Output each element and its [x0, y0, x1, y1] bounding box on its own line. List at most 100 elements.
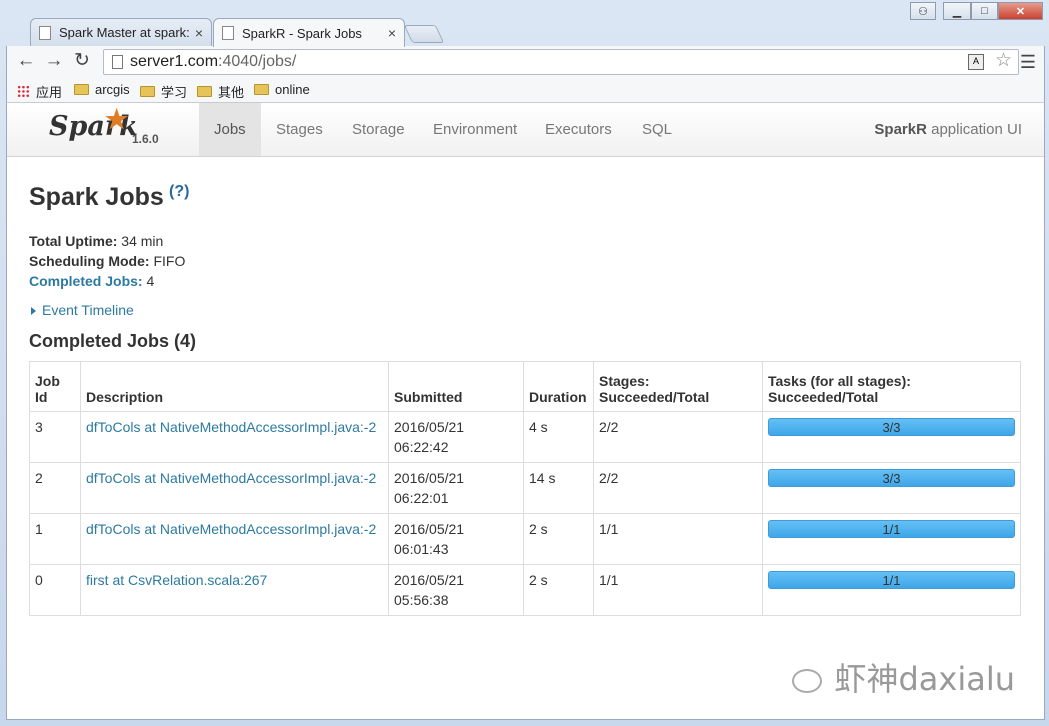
bookmark-apps[interactable]: 应用 — [17, 82, 62, 101]
app-name-bold: SparkR — [874, 121, 927, 138]
user-icon[interactable]: ⚇ — [910, 2, 936, 20]
submitted-cell: 2016/05/21 06:22:42 — [388, 411, 524, 463]
menu-icon[interactable]: ☰ — [1020, 52, 1036, 73]
submitted-cell: 2016/05/21 05:56:38 — [388, 564, 524, 616]
nav-storage[interactable]: Storage — [337, 103, 420, 156]
tab-close-icon[interactable]: × — [195, 25, 203, 41]
bookmark-arcgis[interactable]: arcgis — [74, 82, 130, 97]
tab-label: Spark Master at spark:// — [59, 25, 189, 40]
tab-sparkr-jobs[interactable]: SparkR - Spark Jobs × — [213, 18, 405, 47]
nav-sql[interactable]: SQL — [627, 103, 687, 156]
completed-jobs-link[interactable]: Completed Jobs: — [29, 273, 143, 289]
job-id-cell: 2 — [29, 462, 81, 514]
job-id-cell: 3 — [29, 411, 81, 463]
col-duration[interactable]: Duration — [523, 361, 594, 412]
stages-cell: 2/2 — [593, 411, 763, 463]
folder-icon — [74, 84, 89, 95]
completed-jobs-table: Job Id Description Submitted Duration St… — [29, 361, 1021, 616]
address-bar[interactable]: server1.com:4040/jobs/ A ☆ — [103, 49, 1019, 75]
col-submitted[interactable]: Submitted — [388, 361, 524, 412]
bookmark-online[interactable]: online — [254, 82, 310, 97]
stages-cell: 2/2 — [593, 462, 763, 514]
event-timeline-toggle[interactable]: Event Timeline — [31, 302, 134, 318]
bookmark-label: online — [275, 82, 310, 97]
reload-icon[interactable]: ↻ — [71, 50, 93, 72]
bookmark-star-icon[interactable]: ☆ — [995, 49, 1012, 73]
spark-version: 1.6.0 — [132, 132, 159, 146]
duration-cell: 14 s — [523, 462, 594, 514]
tab-close-icon[interactable]: × — [388, 25, 396, 41]
spark-star-icon: ★ — [105, 105, 129, 135]
job-description-link[interactable]: first at CsvRelation.scala:267 — [86, 572, 267, 588]
tasks-cell: 3/3 — [762, 411, 1021, 463]
url-text: server1.com:4040/jobs/ — [130, 50, 296, 74]
event-timeline-label: Event Timeline — [42, 302, 134, 318]
browser-toolbar: ← → ↻ server1.com:4040/jobs/ A ☆ ☰ — [6, 46, 1045, 78]
table-row: 3 dfToCols at NativeMethodAccessorImpl.ja… — [29, 411, 1021, 463]
completed-jobs-summary: Completed Jobs: 4 — [29, 273, 154, 289]
table-header-row: Job Id Description Submitted Duration St… — [29, 361, 1021, 412]
translate-icon[interactable]: A — [968, 54, 984, 70]
nav-environment[interactable]: Environment — [418, 103, 532, 156]
submitted-date: 2016/05/21 — [394, 470, 465, 486]
description-cell: dfToCols at NativeMethodAccessorImpl.jav… — [80, 411, 389, 463]
job-description-link[interactable]: dfToCols at NativeMethodAccessorImpl.jav… — [86, 419, 376, 435]
tasks-cell: 1/1 — [762, 564, 1021, 616]
duration-cell: 2 s — [523, 564, 594, 616]
bookmark-label: 学习 — [161, 85, 188, 100]
bookmark-label: 应用 — [36, 85, 63, 100]
back-icon[interactable]: ← — [15, 50, 37, 72]
url-path: :4040/jobs/ — [218, 53, 297, 70]
new-tab-button[interactable] — [403, 25, 445, 43]
bookmark-other[interactable]: 其他 — [197, 82, 244, 101]
folder-icon — [197, 86, 212, 97]
duration-cell: 2 s — [523, 513, 594, 565]
spark-navbar: Spark ★ 1.6.0 Jobs Stages Storage Environ… — [7, 103, 1044, 157]
forward-icon[interactable]: → — [43, 50, 65, 72]
sched-value: FIFO — [149, 253, 186, 269]
help-link[interactable]: (?) — [169, 183, 189, 201]
table-row: 1 dfToCols at NativeMethodAccessorImpl.ja… — [29, 513, 1021, 565]
url-host: server1.com — [130, 53, 219, 70]
nav-stages[interactable]: Stages — [261, 103, 338, 156]
stages-cell: 1/1 — [593, 513, 763, 565]
watermark-text: 虾神daxialu — [834, 660, 1015, 698]
submitted-cell: 2016/05/21 06:22:01 — [388, 462, 524, 514]
job-description-link[interactable]: dfToCols at NativeMethodAccessorImpl.jav… — [86, 521, 376, 537]
page-icon — [112, 55, 123, 69]
submitted-date: 2016/05/21 — [394, 521, 465, 537]
job-description-link[interactable]: dfToCols at NativeMethodAccessorImpl.jav… — [86, 470, 376, 486]
bookmarks-bar: 应用 arcgis 学习 其他 online — [6, 78, 1045, 103]
close-window-button[interactable]: ✕ — [998, 2, 1043, 20]
col-stages[interactable]: Stages: Succeeded/Total — [593, 361, 763, 412]
scheduling-mode: Scheduling Mode: FIFO — [29, 253, 185, 269]
tab-label: SparkR - Spark Jobs — [242, 25, 362, 41]
table-row: 0 first at CsvRelation.scala:267 2016/05/2… — [29, 564, 1021, 616]
col-description[interactable]: Description — [80, 361, 389, 412]
app-name: SparkR application UI — [874, 103, 1022, 156]
completed-jobs-heading: Completed Jobs (4) — [29, 331, 197, 351]
minimize-button[interactable]: ▁ — [943, 2, 971, 20]
maximize-button[interactable]: □ — [971, 2, 998, 20]
bookmark-study[interactable]: 学习 — [140, 82, 187, 101]
nav-executors[interactable]: Executors — [530, 103, 627, 156]
bookmark-label: 其他 — [218, 85, 245, 100]
col-job-id[interactable]: Job Id — [29, 361, 81, 412]
watermark: 虾神daxialu — [792, 654, 1015, 700]
submitted-time: 06:01:43 — [394, 541, 449, 557]
submitted-date: 2016/05/21 — [394, 419, 465, 435]
folder-icon — [254, 84, 269, 95]
bookmark-label: arcgis — [95, 82, 130, 97]
submitted-time: 05:56:38 — [394, 592, 449, 608]
description-cell: dfToCols at NativeMethodAccessorImpl.jav… — [80, 513, 389, 565]
tab-spark-master[interactable]: Spark Master at spark:// × — [30, 18, 212, 46]
spark-logo[interactable]: Spark ★ — [49, 105, 138, 142]
wechat-icon — [792, 669, 823, 693]
tasks-progress-bar: 1/1 — [768, 520, 1015, 538]
tasks-cell: 1/1 — [762, 513, 1021, 565]
nav-jobs[interactable]: Jobs — [199, 103, 261, 156]
uptime-label: Total Uptime: — [29, 233, 118, 249]
description-cell: dfToCols at NativeMethodAccessorImpl.jav… — [80, 462, 389, 514]
col-tasks[interactable]: Tasks (for all stages): Succeeded/Total — [762, 361, 1021, 412]
submitted-cell: 2016/05/21 06:01:43 — [388, 513, 524, 565]
